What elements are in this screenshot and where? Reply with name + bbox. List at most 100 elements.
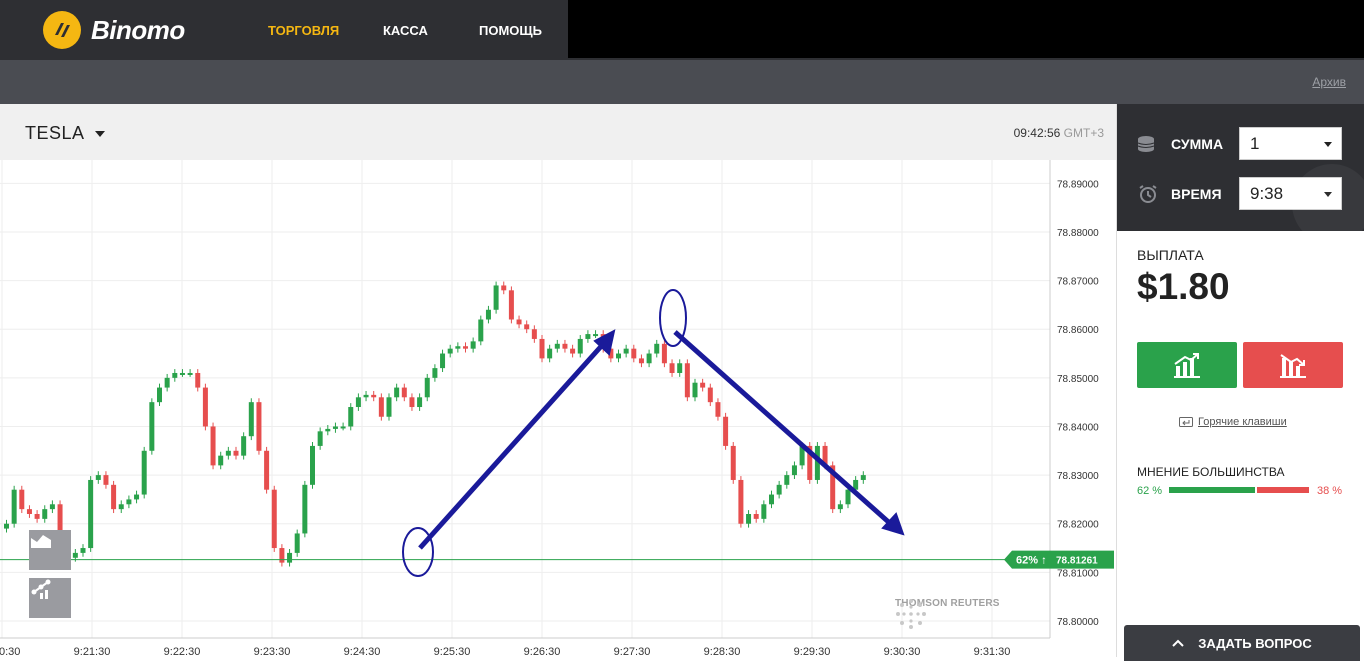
put-down-button[interactable] xyxy=(1243,342,1343,388)
candle-body xyxy=(661,343,667,364)
candle-body xyxy=(677,363,683,373)
candle-body xyxy=(723,416,729,446)
coins-icon xyxy=(1137,136,1155,152)
candle-body xyxy=(707,387,713,403)
archive-link[interactable]: Архив xyxy=(1312,75,1346,89)
candle-body xyxy=(585,334,591,339)
chart-type-button[interactable] xyxy=(29,530,71,570)
chevron-up-icon xyxy=(1172,639,1184,647)
call-up-button[interactable] xyxy=(1137,342,1237,388)
ask-question-label: ЗАДАТЬ ВОПРОС xyxy=(1198,635,1312,651)
candle-body xyxy=(195,372,201,388)
x-tick-label: 9:24:30 xyxy=(344,646,381,657)
y-tick-label: 78.89000 xyxy=(1057,179,1099,190)
candle-body xyxy=(279,548,285,563)
candle-body xyxy=(95,475,101,480)
asset-name: TESLA xyxy=(25,123,85,143)
asset-selector[interactable]: TESLA xyxy=(25,123,105,144)
brand-logo[interactable]: Binomo xyxy=(43,11,185,49)
candle-body xyxy=(547,348,553,359)
candle-body xyxy=(134,494,140,500)
candle-body xyxy=(202,387,208,427)
nav-cashier[interactable]: КАССА xyxy=(383,23,428,38)
candle-body xyxy=(332,426,338,429)
candle-body xyxy=(684,363,690,398)
candle-body xyxy=(126,499,132,505)
alarm-clock-icon xyxy=(1139,185,1157,203)
candle-body xyxy=(26,509,32,515)
candle-body xyxy=(455,346,461,349)
candle-body xyxy=(485,309,491,320)
chevron-down-icon xyxy=(94,130,105,137)
candle-body xyxy=(493,285,499,310)
x-tick-label: 9:20:30 xyxy=(0,646,20,657)
candle-body xyxy=(440,353,446,369)
candle-body xyxy=(172,372,178,378)
time-row: ВРЕМЯ xyxy=(1137,184,1222,204)
y-tick-label: 78.84000 xyxy=(1057,422,1099,433)
reuters-logo-icon xyxy=(896,599,926,629)
nav-trading[interactable]: ТОРГОВЛЯ xyxy=(268,23,339,38)
candle-body xyxy=(264,450,270,490)
hotkeys-link[interactable]: Горячие клавиши xyxy=(1179,416,1287,428)
candle-body xyxy=(554,343,560,349)
ask-question-button[interactable]: ЗАДАТЬ ВОПРОС xyxy=(1124,625,1360,661)
candle-body xyxy=(424,377,430,398)
candle-body xyxy=(470,341,476,349)
candle-body xyxy=(700,382,706,388)
y-tick-label: 78.88000 xyxy=(1057,228,1099,239)
candle-body xyxy=(80,548,86,553)
candle-body xyxy=(463,346,468,349)
candle-body xyxy=(860,475,866,480)
candle-body xyxy=(531,329,537,339)
nav-help[interactable]: ПОМОЩЬ xyxy=(479,23,542,38)
candle-body xyxy=(271,489,277,549)
sub-bar: Архив xyxy=(0,60,1364,104)
candle-body xyxy=(164,377,170,388)
sum-row: СУММА xyxy=(1137,135,1223,153)
annotation-arrow-up xyxy=(418,340,607,550)
candle-body xyxy=(103,475,109,485)
current-price-percent: 62% ↑ xyxy=(1016,555,1047,567)
candle-body xyxy=(287,552,293,563)
candle-body xyxy=(378,397,384,417)
candle-body xyxy=(19,489,25,510)
candle-body xyxy=(88,479,94,549)
sum-label: СУММА xyxy=(1171,136,1224,152)
x-tick-label: 9:22:30 xyxy=(164,646,201,657)
sum-value: 1 xyxy=(1250,134,1260,153)
x-tick-label: 9:30:30 xyxy=(884,646,921,657)
trade-sidebar: СУММА 1 ВРЕМЯ 9:38 ВЫПЛАТА $1.80 Горячие… xyxy=(1116,104,1364,657)
x-tick-label: 9:23:30 xyxy=(254,646,291,657)
time-value: 9:38 xyxy=(1250,184,1284,203)
current-price-value: 78.81261 xyxy=(1056,556,1098,567)
payout-label: ВЫПЛАТА xyxy=(1137,247,1204,263)
y-tick-label: 78.83000 xyxy=(1057,471,1099,482)
majority-down-bar xyxy=(1257,487,1309,493)
indicators-button[interactable] xyxy=(29,578,71,618)
candle-body xyxy=(692,382,698,398)
price-chart[interactable]: 9:20:30 9:21:30 9:22:30 9:23:30 9:24:30 9:25:… xyxy=(0,160,1116,657)
candle-body xyxy=(654,343,660,354)
brand-name: Binomo xyxy=(91,14,185,45)
y-tick-label: 78.87000 xyxy=(1057,277,1099,288)
candle-body xyxy=(577,338,583,354)
sum-select[interactable]: 1 xyxy=(1239,127,1342,160)
candle-body xyxy=(218,455,224,466)
candle-body xyxy=(72,552,78,558)
chevron-down-icon xyxy=(1324,142,1332,147)
candle-body xyxy=(746,514,752,524)
candle-body xyxy=(394,387,400,398)
candle-body xyxy=(49,504,55,510)
candle-body xyxy=(784,475,790,485)
candle-body xyxy=(325,428,331,432)
candle-body xyxy=(340,426,346,429)
candle-body xyxy=(845,489,851,505)
reuters-watermark: THOMSON REUTERS xyxy=(895,598,1000,629)
candle-body xyxy=(738,479,744,524)
candle-body xyxy=(317,431,323,446)
x-tick-label: 9:29:30 xyxy=(794,646,831,657)
candle-body xyxy=(524,324,530,330)
candlestick-chart[interactable]: 9:20:30 9:21:30 9:22:30 9:23:30 9:24:30 9:25:… xyxy=(0,160,1116,657)
candle-body xyxy=(11,489,17,524)
